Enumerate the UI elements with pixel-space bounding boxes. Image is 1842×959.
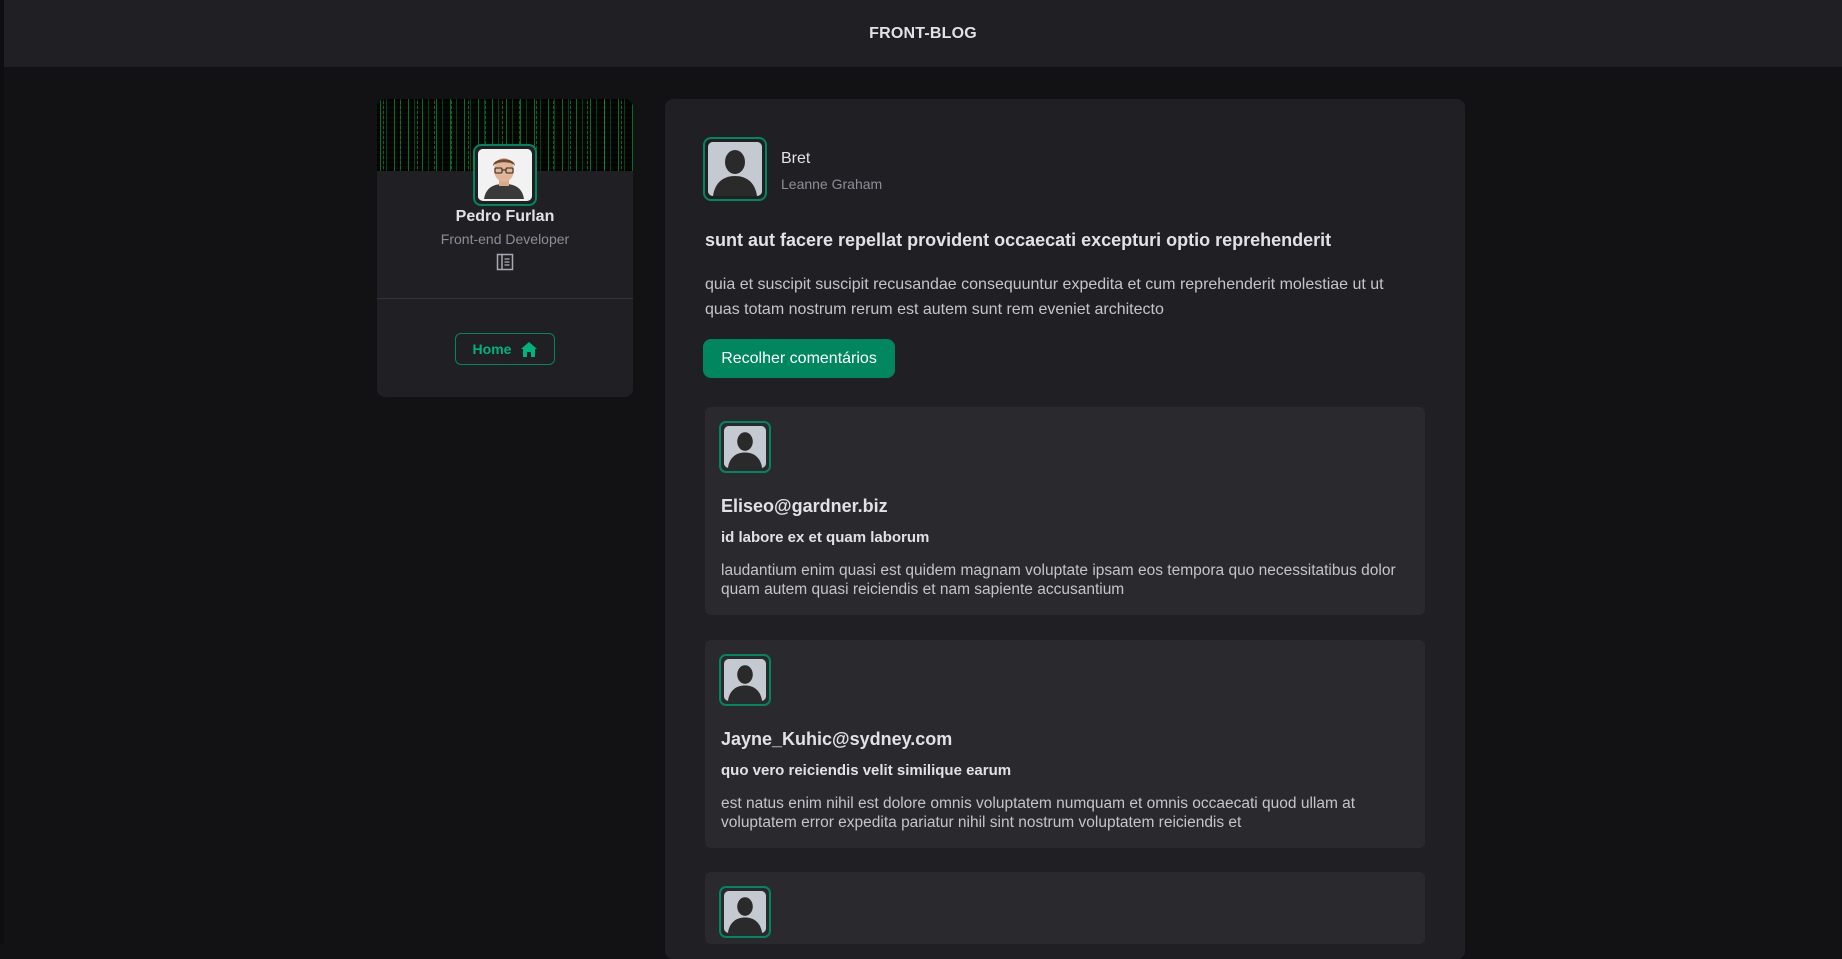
document-icon[interactable] bbox=[496, 253, 514, 271]
profile-role: Front-end Developer bbox=[440, 231, 570, 247]
comment-avatar bbox=[719, 654, 771, 706]
comment-email: Jayne_Kuhic@sydney.com bbox=[721, 729, 953, 749]
comment-title: quo vero reiciendis velit similique earu… bbox=[721, 762, 1012, 779]
toggle-comments-button[interactable]: Recolher comentários bbox=[703, 339, 895, 378]
post-card: Bret Leanne Graham sunt aut facere repel… bbox=[665, 99, 1465, 959]
comment-card: Eliseo@gardner.biz id labore ex et quam … bbox=[705, 407, 1425, 615]
window-edge bbox=[0, 0, 4, 944]
comment-card bbox=[705, 872, 1425, 944]
home-button-label: Home bbox=[472, 341, 512, 357]
post-title: sunt aut facere repellat provident occae… bbox=[705, 230, 1332, 250]
post-body: quia et suscipit suscipit recusandae con… bbox=[705, 276, 1384, 318]
author-avatar bbox=[703, 137, 767, 201]
user-silhouette-icon bbox=[724, 659, 766, 701]
home-button[interactable]: Home bbox=[455, 333, 555, 365]
user-silhouette-icon bbox=[724, 891, 766, 933]
person-photo-icon bbox=[478, 149, 530, 199]
user-silhouette-icon bbox=[708, 142, 762, 196]
comment-avatar bbox=[719, 421, 771, 473]
profile-avatar bbox=[473, 144, 537, 206]
comment-email: Eliseo@gardner.biz bbox=[721, 496, 888, 516]
home-icon bbox=[521, 341, 538, 357]
comment-body: est natus enim nihil est dolore omnis vo… bbox=[721, 795, 1356, 831]
post-author-username: Bret bbox=[781, 150, 811, 167]
site-title: FRONT-BLOG bbox=[869, 24, 977, 42]
comment-body: laudantium enim quasi est quidem magnam … bbox=[721, 562, 1396, 598]
top-header: FRONT-BLOG bbox=[4, 0, 1842, 67]
post-author-name: Leanne Graham bbox=[781, 176, 883, 192]
comment-title: id labore ex et quam laborum bbox=[721, 529, 930, 546]
comment-card: Jayne_Kuhic@sydney.com quo vero reiciend… bbox=[705, 640, 1425, 848]
profile-name: Pedro Furlan bbox=[455, 208, 555, 225]
comment-avatar bbox=[719, 886, 771, 938]
profile-sidebar: Pedro Furlan Front-end Developer Home bbox=[377, 99, 633, 397]
user-silhouette-icon bbox=[724, 426, 766, 468]
sidebar-divider bbox=[377, 298, 633, 299]
